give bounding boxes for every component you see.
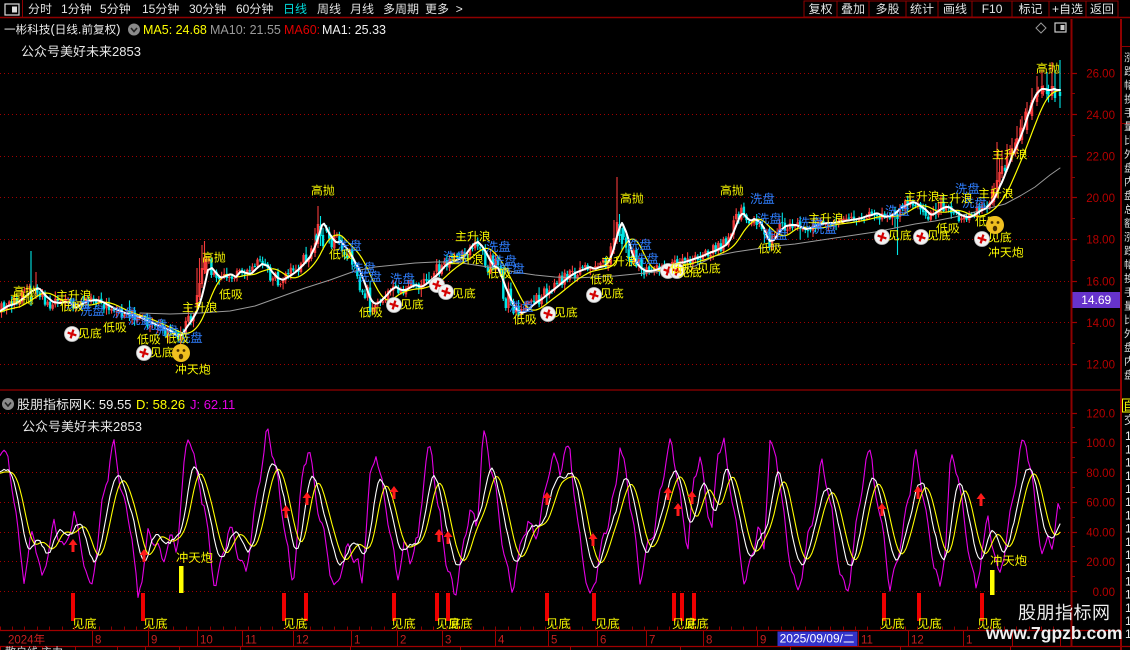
svg-text:+: + bbox=[1052, 2, 1059, 16]
svg-text:58.26: 58.26 bbox=[153, 397, 186, 412]
svg-text:10: 10 bbox=[200, 634, 213, 646]
svg-text:4: 4 bbox=[498, 634, 505, 646]
svg-text:K:: K: bbox=[83, 397, 95, 412]
svg-text:12: 12 bbox=[911, 634, 924, 646]
svg-text:www.7gpzb.com: www.7gpzb.com bbox=[985, 623, 1122, 643]
svg-text:15: 15 bbox=[142, 2, 156, 16]
svg-text:20.00: 20.00 bbox=[1086, 557, 1115, 569]
svg-text:16.00: 16.00 bbox=[1086, 276, 1115, 288]
svg-text:7: 7 bbox=[649, 634, 655, 646]
svg-text:2853: 2853 bbox=[113, 419, 142, 434]
svg-text:40.00: 40.00 bbox=[1086, 527, 1115, 539]
svg-text:J:: J: bbox=[190, 397, 200, 412]
svg-text:6: 6 bbox=[600, 634, 606, 646]
svg-text:24.68: 24.68 bbox=[176, 23, 207, 37]
svg-text:1: 1 bbox=[1125, 508, 1130, 522]
svg-text:1: 1 bbox=[1125, 442, 1130, 456]
svg-text:1: 1 bbox=[1125, 522, 1130, 536]
svg-text:0.00: 0.00 bbox=[1093, 587, 1115, 599]
svg-text:1: 1 bbox=[1125, 588, 1130, 602]
svg-text:MA5:: MA5: bbox=[143, 23, 172, 37]
svg-text:120.0: 120.0 bbox=[1086, 408, 1115, 420]
svg-text:1: 1 bbox=[1125, 548, 1130, 562]
svg-text:MA1:: MA1: bbox=[322, 23, 351, 37]
svg-text:F10: F10 bbox=[982, 2, 1003, 16]
svg-text:MA10:: MA10: bbox=[210, 23, 246, 37]
svg-text:>: > bbox=[456, 2, 463, 16]
svg-text:80.00: 80.00 bbox=[1086, 468, 1115, 480]
svg-text:14.69: 14.69 bbox=[1081, 293, 1111, 307]
svg-text:18.00: 18.00 bbox=[1086, 235, 1115, 247]
svg-text:60.00: 60.00 bbox=[1086, 498, 1115, 510]
svg-text:26.00: 26.00 bbox=[1086, 68, 1115, 80]
svg-text:100.0: 100.0 bbox=[1086, 438, 1115, 450]
svg-text:62.11: 62.11 bbox=[204, 397, 236, 412]
svg-text:2: 2 bbox=[400, 634, 406, 646]
svg-text:1: 1 bbox=[1125, 469, 1130, 483]
svg-text:11: 11 bbox=[245, 634, 257, 646]
svg-text:8: 8 bbox=[95, 634, 101, 646]
svg-text:11: 11 bbox=[861, 634, 873, 646]
svg-text:2025/09/09/: 2025/09/09/ bbox=[780, 632, 844, 646]
svg-text:24.00: 24.00 bbox=[1086, 110, 1115, 122]
svg-text:1: 1 bbox=[61, 2, 68, 16]
svg-text:9: 9 bbox=[760, 634, 766, 646]
svg-text:1: 1 bbox=[1125, 482, 1130, 496]
svg-text:1: 1 bbox=[1125, 627, 1130, 641]
svg-text:1: 1 bbox=[1125, 601, 1130, 615]
svg-text:8: 8 bbox=[706, 634, 712, 646]
svg-text:59.55: 59.55 bbox=[99, 397, 132, 412]
svg-text:60: 60 bbox=[236, 2, 250, 16]
svg-text:1: 1 bbox=[1125, 561, 1130, 575]
svg-text:5: 5 bbox=[551, 634, 557, 646]
svg-text:3: 3 bbox=[445, 634, 451, 646]
svg-text:14.00: 14.00 bbox=[1086, 318, 1115, 330]
svg-text:30: 30 bbox=[189, 2, 203, 16]
svg-text:MA60:: MA60: bbox=[284, 23, 320, 37]
svg-text:.: . bbox=[78, 23, 81, 37]
svg-text:9: 9 bbox=[151, 634, 157, 646]
svg-text:1: 1 bbox=[1125, 614, 1130, 628]
svg-text:2853: 2853 bbox=[112, 44, 141, 59]
svg-text:1: 1 bbox=[1125, 574, 1130, 588]
svg-text:25.33: 25.33 bbox=[355, 23, 386, 37]
svg-text:1: 1 bbox=[1125, 495, 1130, 509]
svg-text:): ) bbox=[116, 23, 120, 37]
svg-text:1: 1 bbox=[1125, 535, 1130, 549]
svg-text:12.00: 12.00 bbox=[1086, 360, 1115, 372]
svg-text:5: 5 bbox=[100, 2, 107, 16]
svg-text:1: 1 bbox=[1125, 429, 1130, 443]
svg-text:12: 12 bbox=[296, 634, 309, 646]
svg-text:20.00: 20.00 bbox=[1086, 193, 1115, 205]
svg-text:1: 1 bbox=[354, 634, 360, 646]
svg-text:1: 1 bbox=[1125, 456, 1130, 470]
svg-text:2024: 2024 bbox=[8, 634, 34, 646]
svg-text:21.55: 21.55 bbox=[250, 23, 281, 37]
svg-text:1: 1 bbox=[966, 634, 972, 646]
svg-text:22.00: 22.00 bbox=[1086, 152, 1115, 164]
svg-text:D:: D: bbox=[136, 397, 149, 412]
